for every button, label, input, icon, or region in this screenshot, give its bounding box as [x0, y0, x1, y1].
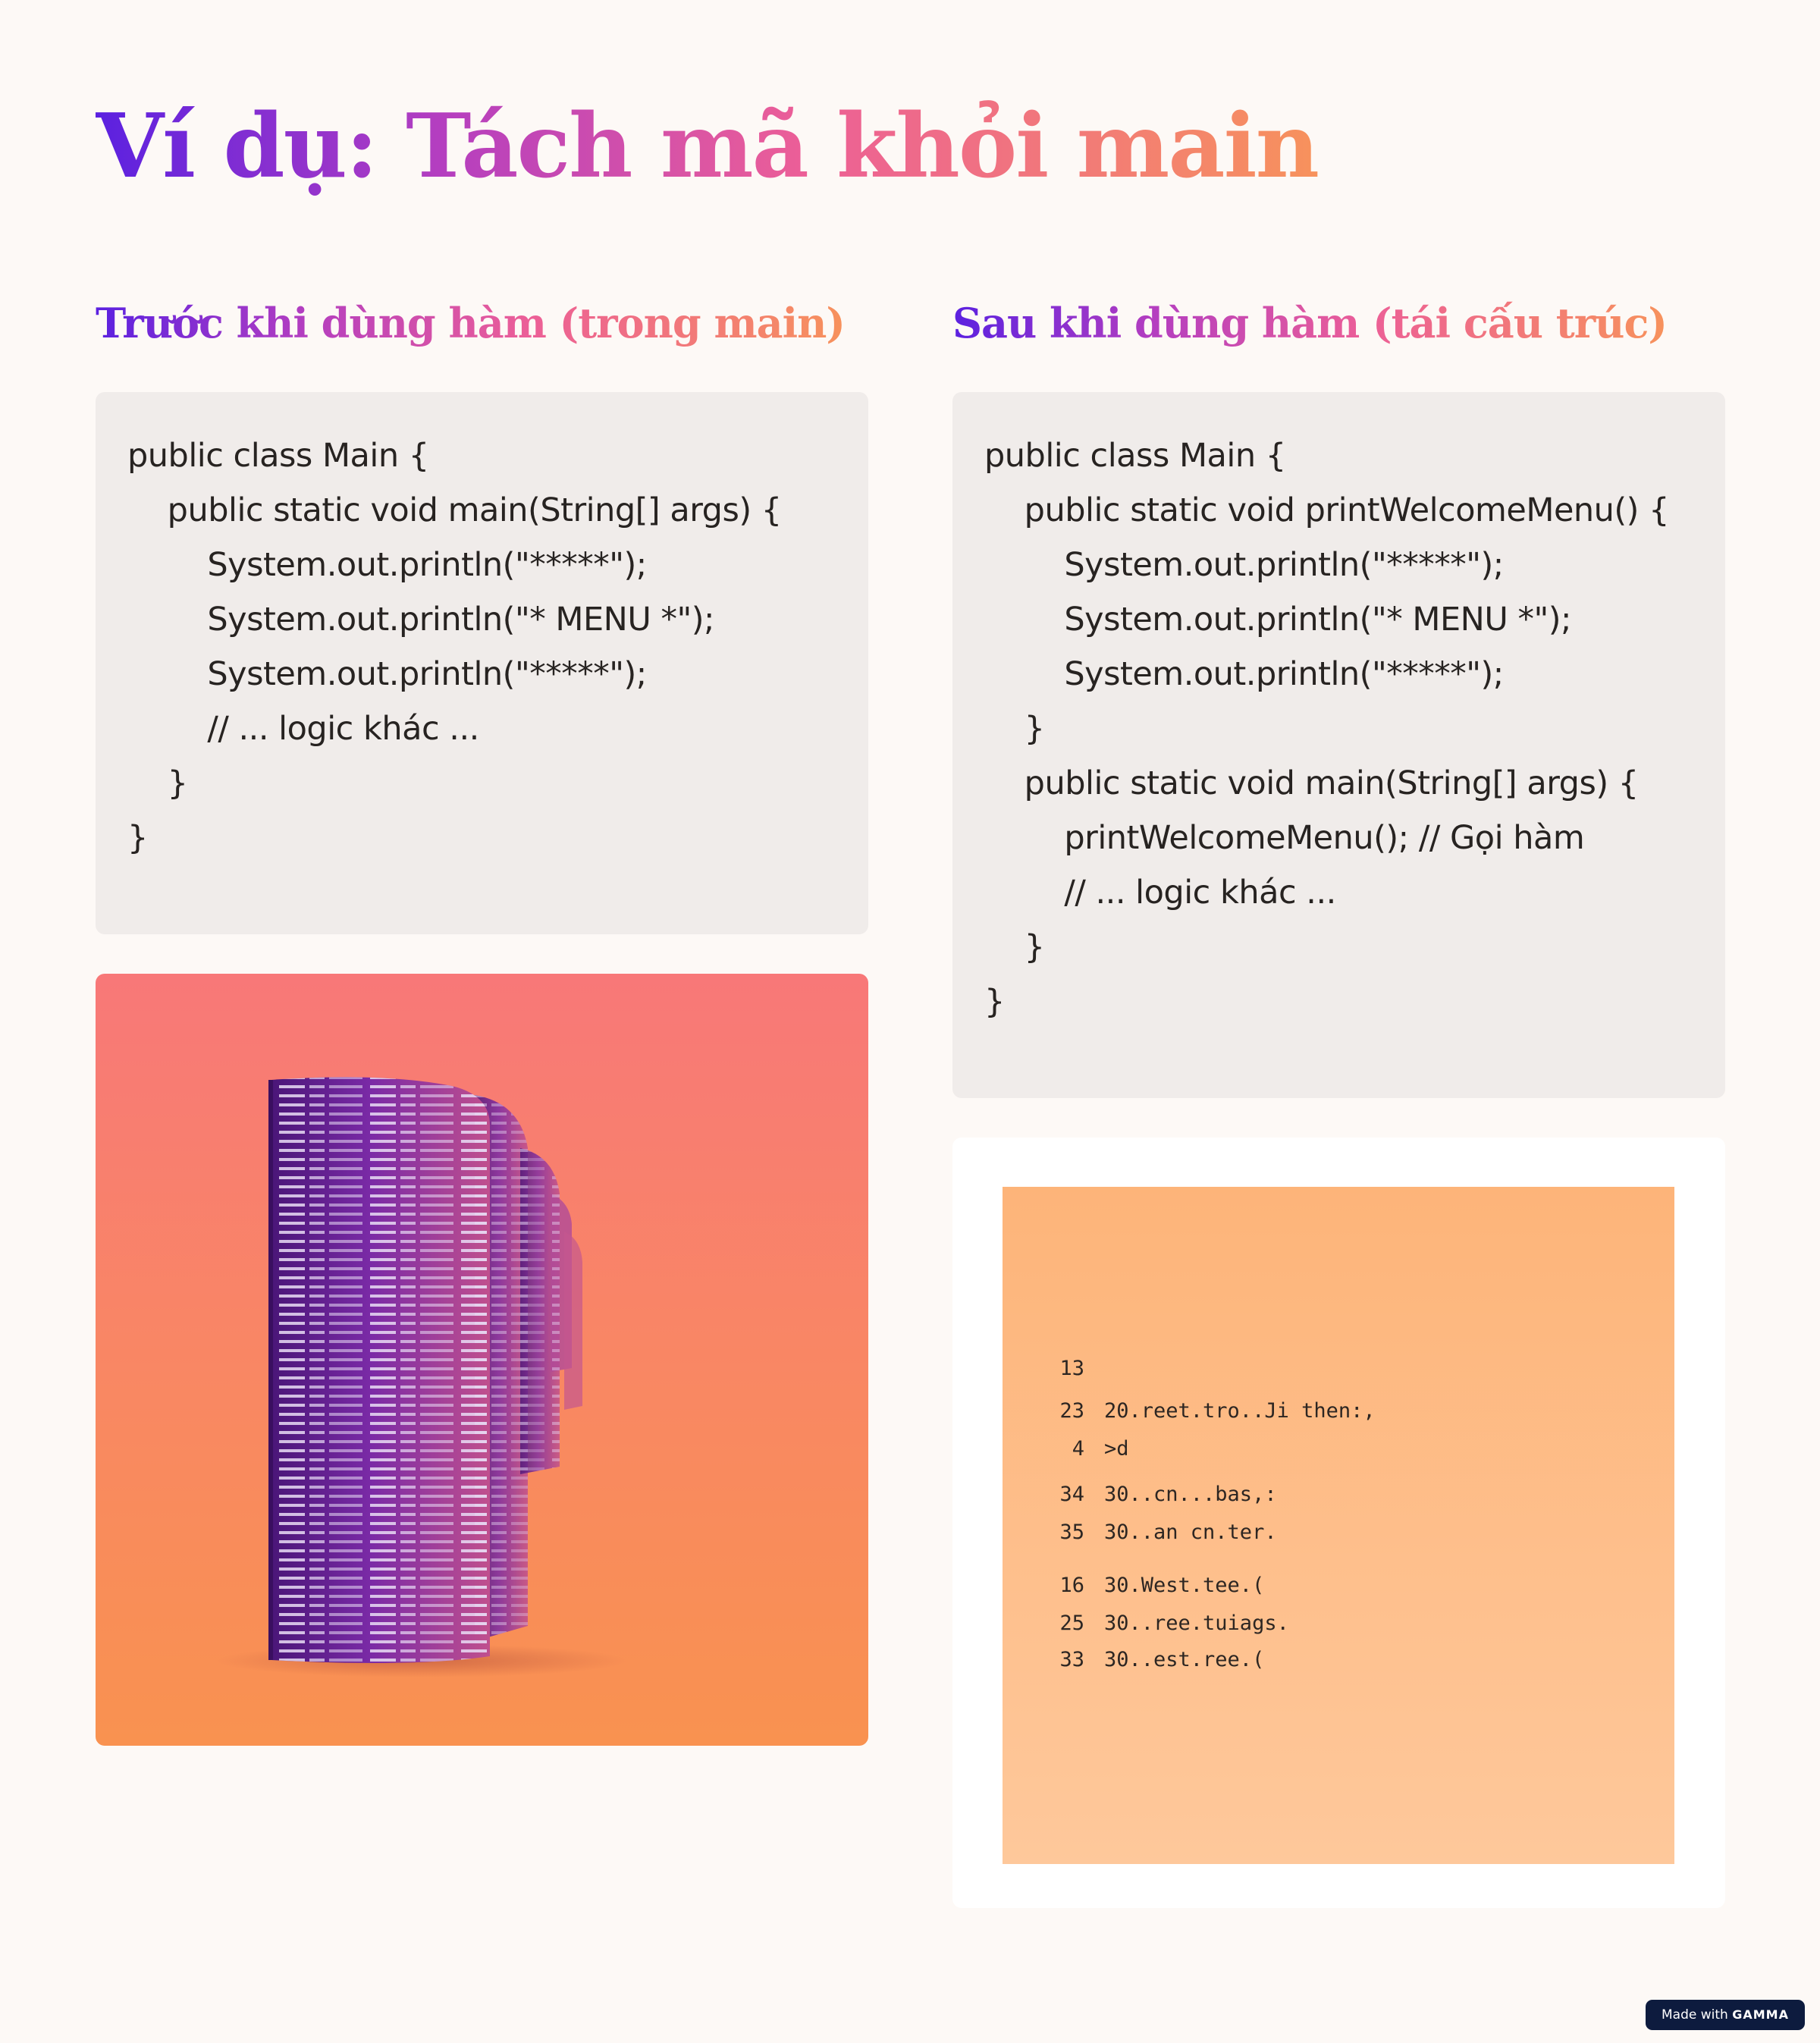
code-line: System.out.println("*****");: [127, 546, 647, 584]
listing-row: 35 30..an cn.ter.: [1059, 1520, 1277, 1544]
listing-row: 33 30..est.ree.(: [1059, 1648, 1265, 1671]
code-line: // ... logic khác ...: [984, 874, 1336, 912]
code-line: public static void main(String[] args) {: [127, 491, 782, 529]
code-line: public class Main {: [984, 437, 1286, 475]
listing-paper: 13 23 20.reet.tro..Ji then:, 4 >d 34 30..cn…: [1003, 1187, 1674, 1864]
made-with-gamma-badge[interactable]: Made with GAMMA: [1646, 2000, 1805, 2030]
listing-row: 34 30..cn...bas,:: [1059, 1483, 1277, 1506]
listing-row: 16 30.West.tee.(: [1059, 1574, 1265, 1597]
before-code-block: public class Main { public static void m…: [96, 392, 868, 934]
code-cylinder-icon: [217, 1077, 626, 1677]
code-line: System.out.println("*****");: [984, 655, 1504, 693]
listing-row: 23 20.reet.tro..Ji then:,: [1059, 1399, 1376, 1423]
listing-row: 25 30..ree.tuiags.: [1059, 1611, 1289, 1635]
gamma-logo: GAMMA: [1732, 2007, 1789, 2022]
code-line: }: [127, 764, 188, 802]
code-line: System.out.println("*****");: [127, 655, 647, 693]
code-line: printWelcomeMenu(); // Gọi hàm: [984, 819, 1585, 857]
code-line: // ... logic khác ...: [127, 710, 479, 748]
code-line: System.out.println("* MENU *");: [127, 601, 715, 639]
badge-prefix: Made with: [1662, 2007, 1728, 2023]
code-line: System.out.println("*****");: [984, 546, 1504, 584]
code-listing-illustration: 13 23 20.reet.tro..Ji then:, 4 >d 34 30..cn…: [952, 1138, 1725, 1908]
code-line: }: [984, 710, 1045, 748]
listing-row: 13: [1059, 1357, 1084, 1380]
code-line: public static void printWelcomeMenu() {: [984, 491, 1670, 529]
code-line: }: [984, 928, 1045, 966]
code-line: }: [127, 819, 148, 857]
listing-row: 4 >d: [1072, 1437, 1129, 1461]
code-line: public static void main(String[] args) {: [984, 764, 1639, 802]
page-title: Ví dụ: Tách mã khỏi main: [96, 89, 1320, 203]
code-line: public class Main {: [127, 437, 429, 475]
code-cylinder-illustration: [96, 974, 868, 1746]
after-code-block: public class Main { public static void p…: [952, 392, 1725, 1098]
after-heading: Sau khi dùng hàm (tái cấu trúc): [952, 293, 1668, 353]
before-heading: Trước khi dùng hàm (trong main): [96, 293, 846, 353]
code-line: System.out.println("* MENU *");: [984, 601, 1572, 639]
code-line: }: [984, 983, 1005, 1021]
